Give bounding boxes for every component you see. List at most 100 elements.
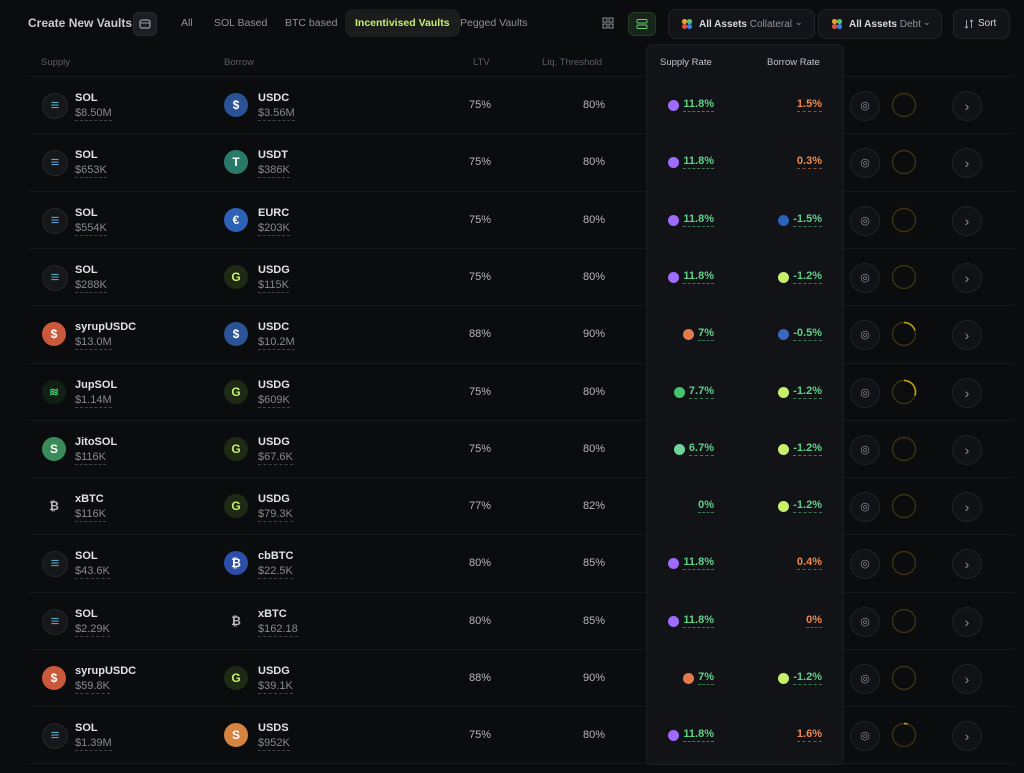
open-vault-button[interactable]: › — [952, 205, 982, 236]
ring-track — [891, 150, 917, 175]
open-vault-button[interactable]: › — [952, 664, 982, 694]
jupsol-glyph: ≋ — [48, 384, 60, 399]
tab-all[interactable]: All — [181, 17, 193, 29]
utilization-ring — [891, 665, 917, 691]
table-row[interactable]: ≡ SOL $2.29K ₿ xBTC $162.18 80% 85% 11.8% 0% ◎ › — [28, 591, 1014, 650]
supply-token-icon: $ — [42, 666, 66, 690]
table-row[interactable]: ≋ JupSOL $1.14M G USDG $609K 75% 80% 7.7% -1.2% ◎ › — [28, 362, 1014, 421]
open-vault-button[interactable]: › — [952, 434, 982, 465]
supply-symbol: SOL — [75, 149, 98, 162]
rewards-button[interactable]: ◎ — [850, 721, 880, 752]
borrow-token-icon: G — [224, 379, 248, 404]
open-vault-button[interactable]: › — [952, 606, 982, 637]
sort-button[interactable]: Sort — [953, 9, 1010, 39]
rewards-button[interactable]: ◎ — [850, 664, 880, 694]
rewards-button[interactable]: ◎ — [850, 205, 880, 236]
table-row[interactable]: ≡ SOL $8.50M $ USDC $3.56M 75% 80% 11.8% 1.5% ◎ › — [28, 76, 1014, 134]
open-vault-button[interactable]: › — [952, 91, 982, 121]
rewards-button[interactable]: ◎ — [850, 320, 880, 351]
table-row[interactable]: ≡ SOL $1.39M S USDS $952K 75% 80% 11.8% 1.6% ◎ › — [28, 706, 1014, 764]
rewards-button[interactable]: ◎ — [850, 377, 880, 408]
open-vault-button[interactable]: › — [952, 148, 982, 179]
utilization-ring — [891, 149, 917, 175]
supply-rate: 11.8% — [683, 98, 714, 112]
tab-pegged-vaults[interactable]: Pegged Vaults — [460, 17, 528, 29]
table-row[interactable]: ≡ SOL $554K € EURC $203K 75% 80% 11.8% -1.5% ◎ › — [28, 190, 1014, 249]
supply-amount: $554K — [75, 221, 107, 236]
tab-sol-based[interactable]: SOL Based — [214, 17, 267, 29]
borrow-rate: -1.5% — [793, 212, 822, 227]
usds-glyph: S — [231, 728, 240, 743]
globe-icon: ◎ — [860, 271, 870, 284]
table-row[interactable]: $ syrupUSDC $59.8K G USDG $39.1K 88% 90% 7% -1.2%… — [28, 649, 1014, 707]
supply-symbol: SOL — [75, 550, 98, 563]
borrow-rate: 0.3% — [796, 155, 822, 170]
supply-symbol: SOL — [75, 607, 98, 620]
chevron-down-icon: ⌄ — [795, 17, 803, 27]
table-row[interactable]: ≡ SOL $43.6K ₿ cbBTC $22.5K 80% 85% 11.8% 0.4% ◎ › — [28, 534, 1014, 592]
open-vault-button[interactable]: › — [952, 492, 982, 523]
supply-rate: 11.8% — [683, 728, 714, 743]
borrow-symbol: USDG — [258, 493, 290, 506]
top-bar: Create New Vaults All SOL Based BTC base… — [0, 0, 1024, 46]
liq-threshold-value: 80% — [582, 213, 605, 226]
collateral-filter[interactable]: All Assets Collateral ⌄ — [668, 9, 815, 39]
rewards-button[interactable]: ◎ — [850, 492, 880, 523]
usdt-glyph: T — [232, 155, 240, 170]
supply-amount: $43.6K — [75, 565, 110, 580]
vault-button[interactable] — [133, 12, 157, 36]
grid-view-button[interactable] — [595, 12, 621, 34]
grid-view-icon — [602, 17, 614, 29]
sol-rate-icon — [668, 100, 679, 111]
borrow-token-icon: ₿ — [224, 608, 248, 633]
table-row[interactable]: $ syrupUSDC $13.0M $ USDC $10.2M 88% 90% 7% -0.5%… — [28, 305, 1014, 363]
open-vault-button[interactable]: › — [952, 377, 982, 408]
rewards-button[interactable]: ◎ — [850, 549, 880, 580]
open-vault-button[interactable]: › — [952, 721, 982, 752]
ltv-value: 80% — [468, 614, 491, 627]
globe-icon: ◎ — [860, 100, 870, 112]
globe-icon: ◎ — [860, 501, 870, 514]
sol-rate-icon — [668, 615, 679, 627]
globe-icon: ◎ — [860, 730, 870, 743]
debt-filter[interactable]: All Assets Debt ⌄ — [818, 9, 942, 39]
utilization-ring — [891, 379, 917, 404]
syrup-rate-icon — [683, 329, 694, 341]
globe-icon: ◎ — [860, 386, 870, 399]
borrow-token-icon: ₿ — [224, 551, 248, 576]
list-view-button[interactable] — [628, 12, 656, 36]
ring-track — [891, 264, 917, 290]
open-vault-button[interactable]: › — [952, 262, 982, 293]
supply-rate: 7.7% — [688, 384, 714, 399]
ring-track — [891, 207, 917, 232]
rewards-button[interactable]: ◎ — [850, 262, 880, 293]
tab-btc-based[interactable]: BTC based — [285, 17, 338, 29]
table-row[interactable]: ₿ xBTC $116K G USDG $79.3K 77% 82% 0% -1.2% ◎ › — [28, 477, 1014, 535]
assets-icon — [831, 18, 843, 30]
usdg-glyph: G — [231, 384, 241, 399]
borrow-symbol: USDG — [258, 263, 290, 276]
borrow-rate: 1.6% — [796, 728, 822, 743]
liq-threshold-value: 80% — [582, 99, 605, 111]
table-row[interactable]: S JitoSOL $116K G USDG $67.6K 75% 80% 6.7% -1.2% ◎… — [28, 419, 1014, 478]
supply-rate: 11.8% — [683, 212, 714, 227]
collateral-filter-label: All Assets — [699, 19, 747, 30]
divider — [28, 763, 1014, 764]
table-row[interactable]: ≡ SOL $653K T USDT $386K 75% 80% 11.8% 0.3% ◎ › — [28, 133, 1014, 191]
tab-incentivised-vaults[interactable]: Incentivised Vaults — [345, 9, 460, 37]
sol-glyph: ≡ — [43, 266, 67, 290]
ltv-value: 75% — [468, 442, 491, 455]
usdc-rate-icon — [778, 329, 789, 341]
supply-amount: $8.50M — [75, 107, 112, 121]
xbtc-glyph: ₿ — [231, 613, 241, 628]
rewards-button[interactable]: ◎ — [850, 434, 880, 465]
chevron-right-icon: › — [964, 556, 970, 573]
liq-threshold-value: 90% — [582, 672, 605, 684]
rewards-button[interactable]: ◎ — [850, 91, 880, 121]
open-vault-button[interactable]: › — [952, 549, 982, 580]
rewards-button[interactable]: ◎ — [850, 148, 880, 179]
eurc-glyph: € — [232, 212, 240, 227]
open-vault-button[interactable]: › — [952, 320, 982, 351]
rewards-button[interactable]: ◎ — [850, 606, 880, 637]
table-row[interactable]: ≡ SOL $288K G USDG $115K 75% 80% 11.8% -1.2% ◎ › — [28, 247, 1014, 306]
